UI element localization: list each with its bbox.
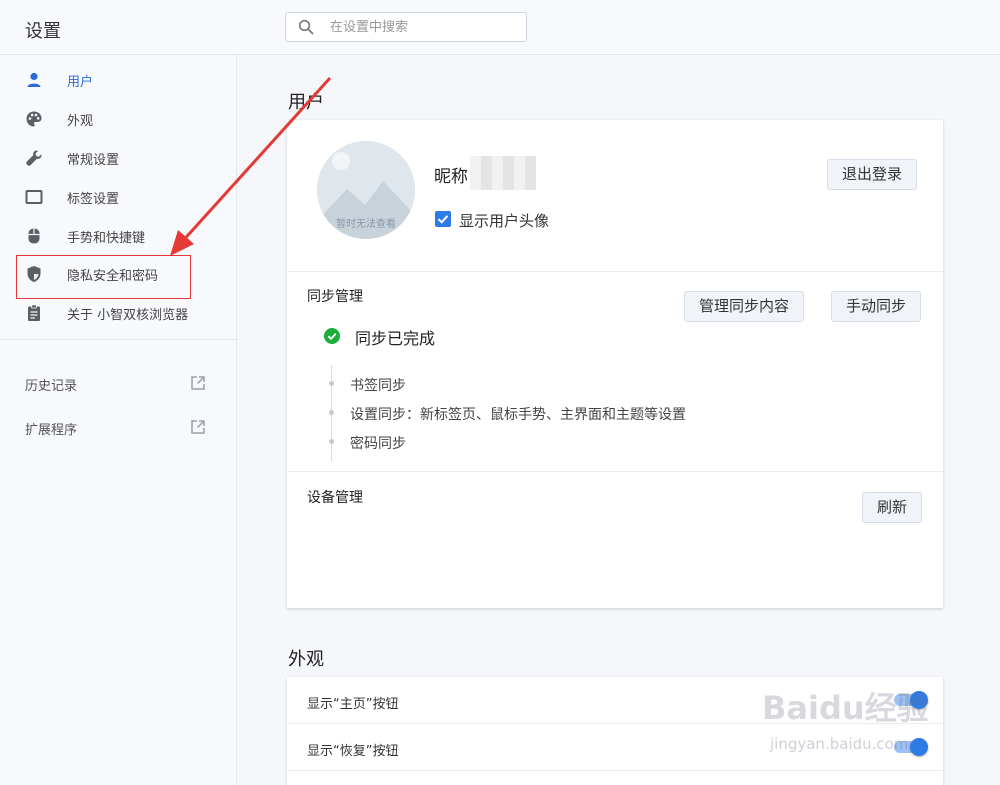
sidebar-item-appearance[interactable]: 外观 bbox=[0, 100, 236, 138]
search-icon bbox=[298, 19, 314, 35]
sidebar-divider bbox=[0, 339, 236, 340]
sidebar-item-label: 标签设置 bbox=[67, 192, 120, 207]
tab-icon bbox=[25, 190, 43, 204]
mouse-icon bbox=[28, 228, 40, 244]
sidebar-item-label: 关于 小智双核浏览器 bbox=[67, 308, 189, 323]
sidebar-item-gestures[interactable]: 手势和快捷键 bbox=[0, 217, 236, 255]
setting-label: 显示“主页”按钮 bbox=[307, 697, 399, 712]
user-icon bbox=[27, 72, 41, 87]
manage-sync-button[interactable]: 管理同步内容 bbox=[684, 291, 805, 322]
palette-icon bbox=[26, 111, 42, 127]
watermark-logo: Baidu经验 bbox=[762, 689, 929, 727]
sync-item-bookmarks: 书签同步 bbox=[350, 378, 406, 394]
avatar: 暂时无法查看 bbox=[317, 141, 415, 239]
search-box[interactable] bbox=[285, 12, 527, 42]
search-input[interactable] bbox=[330, 17, 520, 37]
sidebar-link-extensions[interactable]: 扩展程序 bbox=[0, 409, 236, 447]
external-link-icon bbox=[191, 420, 205, 434]
sidebar-item-general[interactable]: 常规设置 bbox=[0, 139, 236, 177]
sidebar-item-label: 外观 bbox=[67, 114, 94, 129]
sidebar-link-label: 历史记录 bbox=[25, 379, 78, 394]
refresh-button[interactable]: 刷新 bbox=[862, 492, 923, 523]
checkmark-icon bbox=[437, 215, 449, 224]
app-title: 设置 bbox=[25, 21, 61, 42]
device-title: 设备管理 bbox=[307, 490, 363, 506]
external-link-icon bbox=[191, 376, 205, 390]
sidebar-item-label: 用户 bbox=[67, 75, 94, 90]
sync-item-settings: 设置同步：新标签页、鼠标手势、主界面和主题等设置 bbox=[350, 407, 686, 423]
row-divider bbox=[287, 471, 943, 472]
sidebar-item-about[interactable]: 关于 小智双核浏览器 bbox=[0, 294, 236, 332]
timeline-dot bbox=[329, 410, 334, 415]
sidebar-item-label: 隐私安全和密码 bbox=[67, 269, 159, 284]
clipboard-icon bbox=[28, 304, 40, 321]
sidebar-item-user[interactable]: 用户 bbox=[0, 61, 236, 99]
nickname-label: 昵称 bbox=[434, 167, 468, 187]
sidebar-item-privacy[interactable]: 隐私安全和密码 bbox=[0, 255, 236, 293]
timeline-dot bbox=[329, 439, 334, 444]
shield-icon bbox=[27, 266, 41, 282]
sidebar-item-label: 常规设置 bbox=[67, 153, 120, 168]
row-divider bbox=[287, 271, 943, 272]
top-bar: 设置 bbox=[0, 0, 1000, 55]
section-title-appearance: 外观 bbox=[288, 649, 324, 670]
check-circle-icon bbox=[324, 328, 340, 344]
sidebar-link-history[interactable]: 历史记录 bbox=[0, 365, 236, 403]
sidebar-item-tabs[interactable]: 标签设置 bbox=[0, 178, 236, 216]
show-avatar-label: 显示用户头像 bbox=[459, 212, 550, 230]
user-card: 暂时无法查看 昵称 显示用户头像 退出登录 同步管理 管理同步内容 手动同步 同… bbox=[287, 120, 943, 608]
watermark-url: jingyan.baidu.com bbox=[770, 735, 909, 753]
sync-status: 同步已完成 bbox=[355, 329, 436, 348]
timeline-dot bbox=[329, 381, 334, 386]
nickname-redacted bbox=[470, 156, 536, 190]
sync-title: 同步管理 bbox=[307, 289, 363, 305]
show-avatar-checkbox[interactable] bbox=[435, 211, 451, 227]
setting-label: 显示“恢复”按钮 bbox=[307, 744, 399, 759]
sidebar-link-label: 扩展程序 bbox=[25, 423, 78, 438]
sync-item-passwords: 密码同步 bbox=[350, 436, 406, 452]
sidebar: 用户 外观 常规设置 标签设置 手势和快捷键 隐私安全和密码 关于 小智双核浏览… bbox=[0, 55, 237, 785]
manual-sync-button[interactable]: 手动同步 bbox=[831, 291, 922, 322]
sidebar-item-label: 手势和快捷键 bbox=[67, 231, 146, 246]
wrench-icon bbox=[26, 150, 42, 166]
toggle-knob bbox=[910, 738, 928, 756]
avatar-note: 暂时无法查看 bbox=[336, 219, 396, 230]
section-title-user: 用户 bbox=[288, 92, 324, 113]
logout-button[interactable]: 退出登录 bbox=[827, 159, 918, 190]
